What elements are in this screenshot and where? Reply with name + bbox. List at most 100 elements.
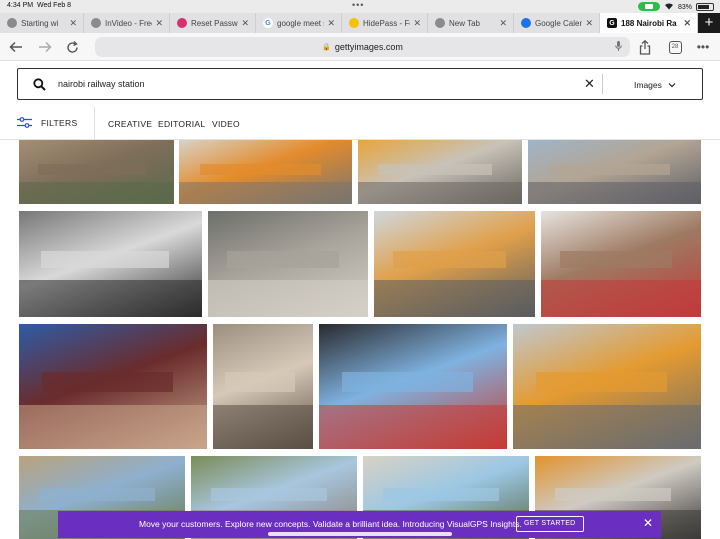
image-subject [554,487,672,501]
image-result-historic-station-bw[interactable] [19,211,202,317]
battery-icon [696,3,714,11]
tab-title: google meet s [277,18,325,28]
tab-overview-button[interactable]: 28 [666,38,684,56]
new-tab-button[interactable]: + [698,13,720,33]
search-input[interactable]: nairobi railway station [58,79,145,89]
close-tab-icon[interactable]: ✕ [241,18,249,29]
close-tab-icon[interactable]: ✕ [585,18,593,29]
tab-title: Reset Passwo [191,18,239,28]
tab-title: Google Calend [535,18,582,28]
close-tab-icon[interactable]: ✕ [413,18,421,29]
close-tab-icon[interactable]: ✕ [327,18,335,29]
close-tab-icon[interactable]: ✕ [499,18,507,29]
search-box[interactable]: nairobi railway station ✕ Images [17,68,703,100]
image-subject [341,371,474,392]
search-divider [602,74,603,94]
close-tab-icon[interactable]: ✕ [683,18,691,29]
tab-2[interactable]: Reset Passwo ✕ [170,13,256,33]
banner-message: Move your customers. Explore new concept… [139,519,522,529]
image-subject [377,164,493,175]
clear-search-icon[interactable]: ✕ [584,76,595,92]
image-ground [528,181,701,204]
instagram-icon [177,18,187,28]
image-ground [179,181,352,204]
image-result-train-at-platform[interactable] [358,140,522,204]
image-subject [210,487,328,501]
tab-count: 28 [668,40,682,54]
globe-icon [7,18,17,28]
filters-label: FILTERS [41,117,78,128]
sliders-icon [17,117,32,128]
search-type-dropdown[interactable]: Images [634,80,676,90]
status-bar: 4:34 PM Wed Feb 8 ••• 83% [0,0,720,13]
image-result-officials-handshake[interactable] [319,324,507,449]
address-bar[interactable]: 🔒 gettyimages.com [95,37,630,57]
image-ground [19,405,207,449]
tab-title: 188 Nairobi Ra [621,18,677,28]
image-subject [535,371,668,392]
image-result-railway-coaches-yard[interactable] [19,140,174,204]
image-ground [19,279,202,317]
tab-1[interactable]: InVideo - Free ✕ [84,13,170,33]
image-result-train-boarding-stairs[interactable] [374,211,535,317]
multitasking-dots-icon[interactable]: ••• [352,0,364,10]
microphone-icon[interactable] [615,41,622,55]
chevron-down-icon [668,83,676,88]
back-icon[interactable] [7,38,25,56]
image-subject [37,164,147,175]
tab-5[interactable]: New Tab ✕ [428,13,514,33]
browser-toolbar: 🔒 gettyimages.com 28 ••• [0,33,720,61]
image-ground [513,405,701,449]
image-result-platform-passengers[interactable] [528,140,701,204]
tab-title: Starting wi [21,18,59,28]
tab-creative[interactable]: CREATIVE [108,119,152,129]
image-result-sgr-train-platform[interactable] [179,140,352,204]
reload-icon[interactable] [63,38,81,56]
image-ground [213,405,313,449]
share-icon[interactable] [636,38,654,56]
search-icon[interactable] [33,78,46,91]
google-icon: G [263,18,273,28]
image-ground [358,181,522,204]
close-tab-icon[interactable]: ✕ [155,18,163,29]
more-options-icon[interactable]: ••• [694,38,712,56]
tab-video[interactable]: VIDEO [212,119,240,129]
image-ground [19,181,174,204]
image-result-disinfection-worker[interactable] [19,324,207,449]
image-subject [199,164,321,175]
tab-6[interactable]: Google Calend✕ [514,13,600,33]
tab-7[interactable]: G 188 Nairobi Ra ✕ [600,13,698,33]
image-result-station-hall-interior[interactable] [208,211,368,317]
image-result-train-arriving-platform[interactable] [513,324,701,449]
tab-3[interactable]: Ggoogle meet s ✕ [256,13,342,33]
filters-divider [94,107,95,140]
image-subject [560,251,673,269]
image-subject [548,164,670,175]
image-result-nairobi-sign-staff[interactable] [541,211,701,317]
image-subject [38,487,156,501]
home-indicator [268,532,452,536]
tab-title: HidePass - Fo [363,18,411,28]
image-subject [225,371,295,392]
tab-title: InVideo - Free [105,18,153,28]
close-banner-icon[interactable]: ✕ [643,516,653,530]
filter-bar: FILTERS CREATIVE EDITORIAL VIDEO [0,107,720,140]
image-ground [208,279,368,317]
globe-icon [91,18,101,28]
hidepass-icon [349,18,359,28]
image-result-foundation-stone[interactable] [213,324,313,449]
url-text: gettyimages.com [334,42,403,52]
get-started-button[interactable]: GET STARTED [516,516,584,532]
lock-icon: 🔒 [322,44,331,51]
forward-icon[interactable] [36,38,54,56]
tab-editorial[interactable]: EDITORIAL [158,119,205,129]
close-tab-icon[interactable]: ✕ [69,18,77,29]
search-section: nairobi railway station ✕ Images [0,61,720,107]
tab-title: New Tab [449,18,480,28]
filters-button[interactable]: FILTERS [17,117,77,128]
tab-0[interactable]: Starting wi ✕ [0,13,84,33]
image-subject [382,487,500,501]
image-ground [374,279,535,317]
tab-4[interactable]: HidePass - Fo ✕ [342,13,428,33]
image-subject [41,371,174,392]
